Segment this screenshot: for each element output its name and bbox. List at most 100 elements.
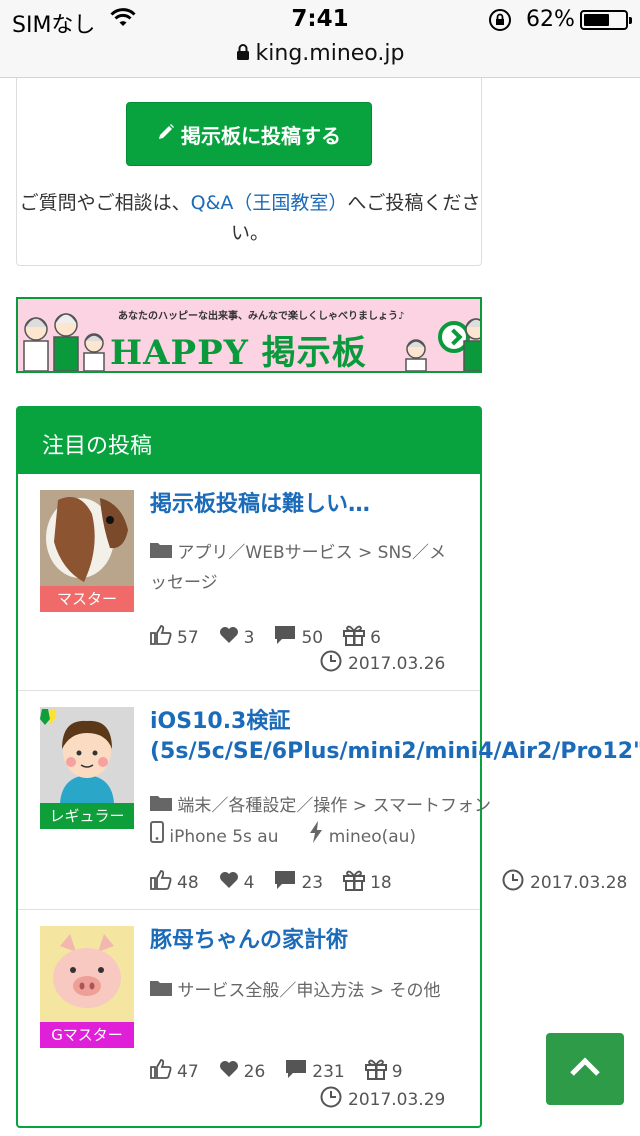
post-item[interactable]: Gマスター 豚母ちゃんの家計術 サービス全般／申込方法 > その他 47 26 … [18,910,480,1126]
post-date-text: 2017.03.26 [348,653,446,674]
folder-icon [150,538,172,568]
rabbit-photo [40,490,134,586]
device-text: iPhone 5s au [169,827,279,847]
post-date: 2017.03.29 [320,1086,445,1113]
post-item[interactable]: マスター 掲示板投稿は難しい… アプリ／WEBサービス > SNS／メッセージ … [18,474,480,691]
post-to-board-button[interactable]: 掲示板に投稿する [126,102,372,166]
post-stats: 48 4 23 18 [150,869,412,896]
comments-stat: 231 [285,1059,345,1084]
post-item[interactable]: レギュラー iOS10.3検証 (5s/5c/SE/6Plus/mini2/mi… [18,691,640,910]
post-title-line1: iOS10.3検証 [150,709,291,734]
post-date: 2017.03.26 [320,650,445,677]
battery-icon [580,10,632,30]
post-title[interactable]: iOS10.3検証 (5s/5c/SE/6Plus/mini2/mini4/Ai… [150,707,640,767]
thumbs-up-icon [150,625,172,650]
post-date-text: 2017.03.28 [530,872,628,893]
smartphone-icon [150,821,164,853]
carrier-text: mineo(au) [328,827,417,847]
heart-icon [219,1060,239,1083]
likes-stat: 48 [150,870,199,895]
status-bar: SIMなし 7:41 62% [0,0,640,40]
post-category-text: 端末／各種設定／操作 > スマートフォン [177,796,491,816]
happy-board-banner[interactable]: あなたのハッピーな出来事、みんなで楽しくしゃべりましょう♪ HAPPY 掲示板 [16,297,482,373]
chevron-up-icon [569,1057,601,1081]
gift-icon [343,624,366,651]
comments-count: 23 [301,872,324,893]
folder-icon [150,791,172,821]
featured-posts-panel: 注目の投稿 マスター 掲示板投稿は難しい… アプリ／WEBサービス > SNS／… [16,406,640,1128]
avatar[interactable]: Gマスター [40,926,134,1048]
post-category[interactable]: サービス全般／申込方法 > その他 [150,976,460,1006]
post-button-label: 掲示板に投稿する [181,123,341,148]
pig-avatar-image [40,926,134,1022]
qa-link[interactable]: Q&A（王国教室） [191,192,348,214]
people-illustration-left [23,313,105,371]
heart-icon [219,626,239,649]
rank-badge: Gマスター [40,1022,134,1048]
post-category-text: アプリ／WEBサービス > SNS／メッセージ [150,543,446,593]
post-stats: 47 26 231 9 [150,1058,423,1085]
gifts-count: 9 [391,1061,403,1082]
gifts-stat: 18 [343,869,392,896]
likes-stat: 47 [150,1059,199,1084]
avatar[interactable]: レギュラー [40,707,134,829]
post-date-text: 2017.03.29 [348,1089,446,1110]
comments-stat: 23 [274,870,323,895]
clock-icon [320,1086,342,1113]
pencil-icon [157,122,175,146]
post-date: 2017.03.28 [502,869,627,896]
comment-icon [285,1059,307,1084]
rotation-lock-icon [488,8,512,36]
folder-icon [150,976,172,1006]
gift-icon [364,1058,387,1085]
post-box: 掲示板に投稿する ご質問やご相談は、Q&A（王国教室）へご投稿ください。 [16,78,482,266]
thumbs-up-icon [150,870,172,895]
hearts-stat: 3 [219,626,255,649]
device-info: iPhone 5s au mineo(au) [150,821,416,853]
comments-stat: 50 [274,625,323,650]
gifts-stat: 6 [343,624,381,651]
address-bar[interactable]: king.mineo.jp [0,40,640,78]
hearts-stat: 4 [219,871,255,894]
post-stats: 57 3 50 6 [150,624,401,651]
hearts-stat: 26 [219,1060,265,1083]
gifts-count: 6 [370,627,381,648]
avatar[interactable]: マスター [40,490,134,612]
person-avatar-image [40,707,134,803]
banner-subtitle: あなたのハッピーな出来事、みんなで楽しくしゃべりましょう♪ [118,311,405,322]
post-category-text: サービス全般／申込方法 > その他 [177,981,441,1001]
comment-icon [274,870,296,895]
post-category[interactable]: アプリ／WEBサービス > SNS／メッセージ [150,538,460,598]
qa-note: ご質問やご相談は、Q&A（王国教室）へご投稿ください。 [17,188,483,248]
gifts-count: 18 [370,872,392,893]
rank-badge: マスター [40,586,134,612]
comments-count: 231 [312,1061,345,1082]
people-illustration-center [405,339,427,371]
thumbs-up-icon [150,1059,172,1084]
lightning-icon [309,821,323,853]
likes-stat: 57 [150,625,199,650]
lock-icon [236,43,250,65]
likes-count: 48 [177,872,199,893]
hearts-count: 3 [243,627,255,648]
comments-count: 50 [301,627,324,648]
hearts-count: 4 [243,872,255,893]
likes-count: 57 [177,627,199,648]
qa-note-text: ご質問やご相談は、 [19,192,191,214]
post-title[interactable]: 豚母ちゃんの家計術 [150,926,348,956]
gift-icon [343,869,366,896]
comment-icon [274,625,296,650]
banner-title: HAPPY 掲示板 [110,333,367,373]
featured-posts-heading: 注目の投稿 [18,408,480,474]
heart-icon [219,871,239,894]
likes-count: 47 [177,1061,199,1082]
rank-badge: レギュラー [40,803,134,829]
clock-icon [320,650,342,677]
battery-percent: 62% [526,7,575,32]
post-title-line2: (5s/5c/SE/6Plus/mini2/mini4/Air2/Pro12") [150,739,640,764]
people-illustration-right [463,318,480,371]
scroll-to-top-button[interactable] [546,1033,624,1105]
post-category[interactable]: 端末／各種設定／操作 > スマートフォン [150,791,491,821]
post-title[interactable]: 掲示板投稿は難しい… [150,490,370,520]
clock-icon [502,869,524,896]
